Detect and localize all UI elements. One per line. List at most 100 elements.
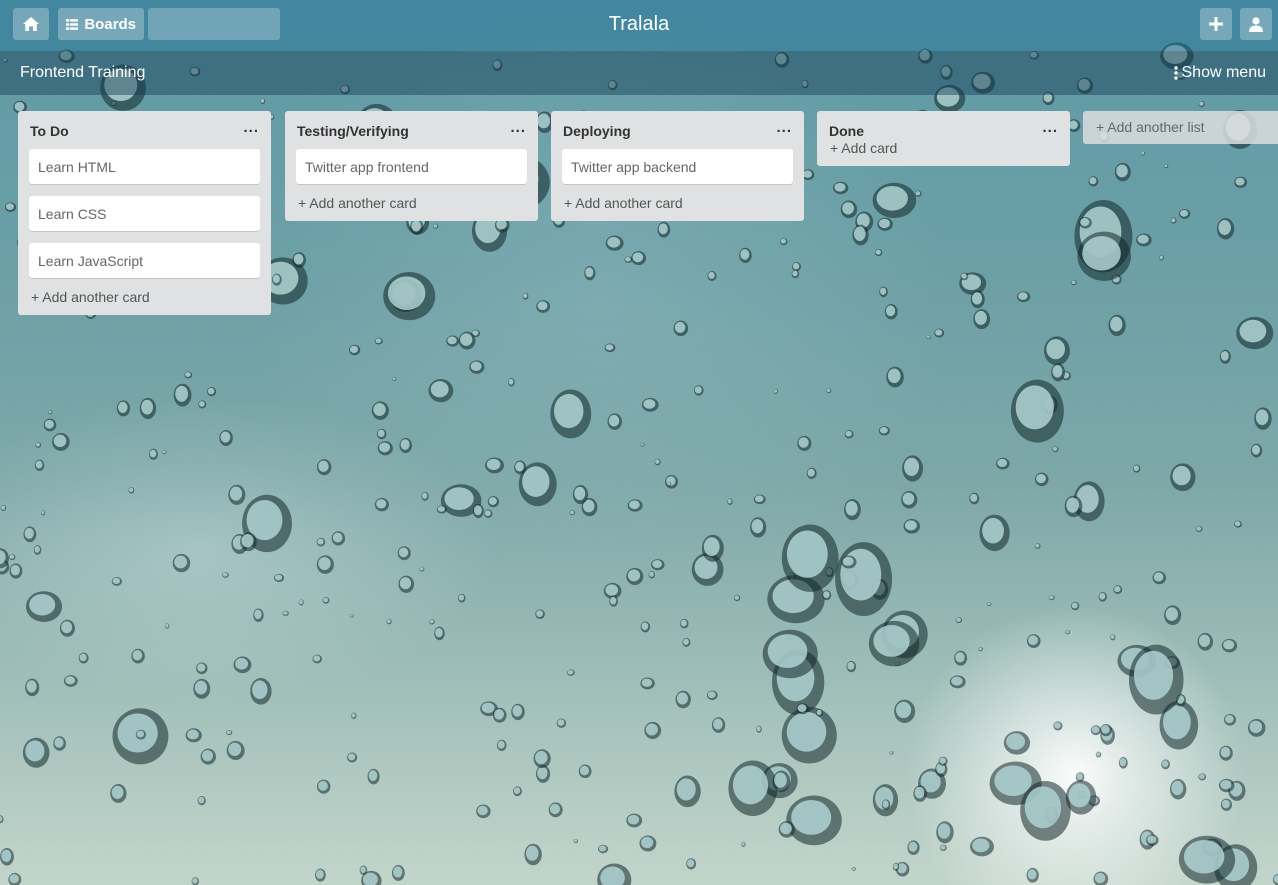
rain-drop <box>250 678 272 705</box>
rain-drop <box>522 292 529 300</box>
add-card-button[interactable]: + Add another card <box>562 189 793 217</box>
search-input[interactable] <box>148 8 280 40</box>
list-menu-button[interactable]: ... <box>776 119 792 136</box>
rain-drop <box>640 621 651 633</box>
board-title[interactable]: Frontend Training <box>20 64 145 82</box>
rain-drop <box>706 690 718 701</box>
add-card-button[interactable]: + Add another card <box>29 283 260 311</box>
rain-drop <box>1053 721 1063 731</box>
rain-drop <box>483 509 493 518</box>
card[interactable]: Learn HTML <box>29 149 260 184</box>
list-title[interactable]: Deploying <box>563 123 631 139</box>
rain-drop <box>826 388 832 393</box>
rain-drop <box>458 331 476 350</box>
card[interactable]: Learn JavaScript <box>29 243 260 278</box>
rain-drop <box>162 449 167 455</box>
rain-drop <box>631 251 647 266</box>
user-button[interactable] <box>1240 8 1272 40</box>
rain-drop <box>1090 725 1102 736</box>
rain-drop <box>1198 100 1205 108</box>
card[interactable]: Twitter app frontend <box>296 149 527 184</box>
rain-drop <box>1079 216 1092 229</box>
rain-drop <box>741 841 746 847</box>
rain-drop <box>63 675 78 687</box>
card[interactable]: Twitter app backend <box>562 149 793 184</box>
rain-drop <box>1219 349 1231 364</box>
rain-drop <box>806 467 817 479</box>
rain-drop <box>648 570 655 579</box>
rain-drop <box>1108 314 1126 337</box>
rain-drop <box>949 675 966 689</box>
boards-button[interactable]: Boards <box>58 8 144 40</box>
rain-drop <box>954 650 968 666</box>
rain-drop <box>868 620 920 667</box>
rain-drop <box>872 182 917 218</box>
rain-drop <box>193 678 211 699</box>
rain-drop <box>1164 164 1169 169</box>
rain-drop <box>644 721 662 740</box>
rain-drop <box>476 804 491 819</box>
rain-drop <box>1026 867 1039 883</box>
add-button[interactable] <box>1200 8 1232 40</box>
rain-drop <box>8 554 16 561</box>
rain-drop <box>604 343 616 353</box>
rain-drop <box>913 785 927 802</box>
add-list-button[interactable]: + Add another list <box>1083 111 1278 144</box>
rain-drop <box>791 269 800 279</box>
rain-drop <box>1043 336 1070 366</box>
rain-drop <box>727 498 733 505</box>
list-menu-button[interactable]: ... <box>1042 119 1058 136</box>
rain-drop <box>938 756 948 766</box>
list-menu-button[interactable]: ... <box>243 119 259 136</box>
rain-drop <box>383 272 436 321</box>
rain-drop <box>1113 585 1123 595</box>
rain-drop <box>316 537 326 547</box>
home-button[interactable] <box>13 8 49 40</box>
list-title[interactable]: To Do <box>30 123 69 139</box>
card[interactable]: Learn CSS <box>29 196 260 231</box>
rain-drop <box>1110 634 1116 641</box>
list-done: Done ... + Add card <box>817 111 1070 166</box>
rain-drop <box>756 725 762 733</box>
rain-drop <box>969 836 994 857</box>
list-title[interactable]: Testing/Verifying <box>297 123 409 139</box>
rain-drop <box>391 865 405 881</box>
user-icon <box>1249 16 1263 32</box>
rain-drop <box>1169 778 1187 800</box>
rain-drop <box>59 619 75 637</box>
rain-drop <box>1016 291 1031 303</box>
rain-drop <box>410 219 424 235</box>
list-title[interactable]: Done <box>829 123 864 139</box>
rain-drop <box>376 428 387 440</box>
list-header: Deploying ... <box>562 111 793 149</box>
add-card-button[interactable]: + Add another card <box>296 189 527 217</box>
rain-drop <box>1247 718 1266 737</box>
rain-drop <box>851 866 856 871</box>
rain-drop <box>778 821 795 838</box>
rain-drop <box>197 795 206 806</box>
show-menu-button[interactable]: Show menu <box>1173 64 1266 82</box>
rain-drop <box>429 619 435 625</box>
list-menu-button[interactable]: ... <box>510 119 526 136</box>
rain-drop <box>1136 233 1152 247</box>
rain-drop <box>1100 724 1112 737</box>
rain-drop <box>750 517 767 538</box>
rain-drop <box>879 286 888 298</box>
rain-drop <box>1170 217 1177 224</box>
rain-drop <box>835 542 893 617</box>
rain-drop <box>35 442 42 448</box>
rain-drop <box>1034 472 1049 487</box>
rain-drop <box>578 764 592 779</box>
rain-drop <box>926 335 931 340</box>
rain-drop <box>1133 464 1141 473</box>
rain-drop <box>116 400 131 417</box>
rain-drop <box>914 190 922 197</box>
rain-drop <box>1161 759 1170 770</box>
rain-drop <box>1152 571 1166 585</box>
rain-drop <box>796 703 809 715</box>
rain-drop <box>996 457 1010 470</box>
rain-drop <box>597 844 609 854</box>
rain-drop <box>626 813 643 828</box>
rain-drop <box>173 383 192 407</box>
rain-drop <box>1159 254 1164 261</box>
